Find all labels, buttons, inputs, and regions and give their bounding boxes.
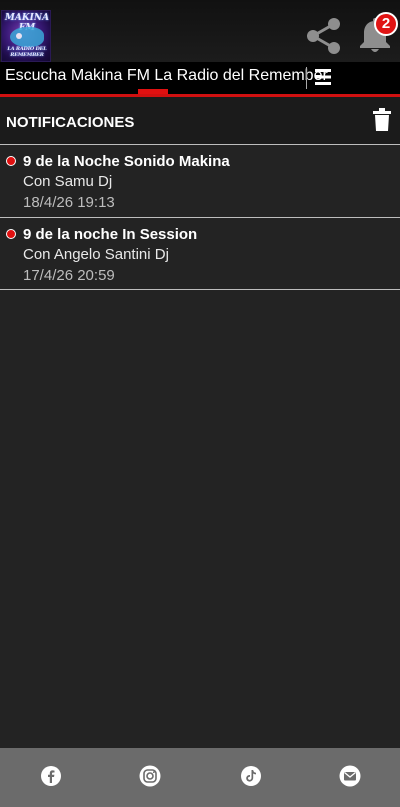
share-icon[interactable]	[305, 17, 343, 55]
bottom-social-bar	[0, 748, 400, 807]
notification-subtitle: Con Angelo Santini Dj	[23, 246, 169, 263]
logo-fish-graphic	[10, 27, 44, 47]
notification-item[interactable]: 9 de la Noche Sonido Makina Con Samu Dj …	[0, 145, 400, 217]
notification-date: 17/4/26 20:59	[23, 267, 115, 284]
facebook-icon[interactable]	[40, 765, 62, 787]
station-logo[interactable]: MAKINA FM LA RADIO DEL REMEMBER	[1, 10, 51, 62]
notification-item[interactable]: 9 de la noche In Session Con Angelo Sant…	[0, 218, 400, 290]
unread-dot-icon	[6, 156, 16, 166]
tiktok-icon[interactable]	[240, 765, 262, 787]
notification-date: 18/4/26 19:13	[23, 194, 115, 211]
instagram-icon[interactable]	[139, 765, 161, 787]
notifications-header: NOTIFICACIONES	[0, 97, 400, 144]
notification-title: 9 de la noche In Session	[23, 226, 198, 243]
notification-count-badge[interactable]: 2	[374, 12, 398, 36]
unread-dot-icon	[6, 229, 16, 239]
hamburger-menu-icon[interactable]	[315, 68, 331, 86]
nav-bar: Escucha Makina FM La Radio del Remember	[0, 62, 400, 94]
notification-title: 9 de la Noche Sonido Makina	[23, 153, 230, 170]
nav-separator	[306, 67, 307, 89]
divider	[0, 289, 400, 290]
logo-text-bottom: LA RADIO DEL REMEMBER	[7, 46, 47, 58]
nav-tab-title[interactable]: Escucha Makina FM La Radio del Remember	[5, 67, 328, 85]
trash-icon[interactable]	[372, 108, 392, 132]
email-icon[interactable]	[339, 765, 361, 787]
notification-subtitle: Con Samu Dj	[23, 173, 113, 190]
notifications-title: NOTIFICACIONES	[6, 114, 135, 131]
top-app-bar: MAKINA FM LA RADIO DEL REMEMBER 2	[0, 0, 400, 62]
